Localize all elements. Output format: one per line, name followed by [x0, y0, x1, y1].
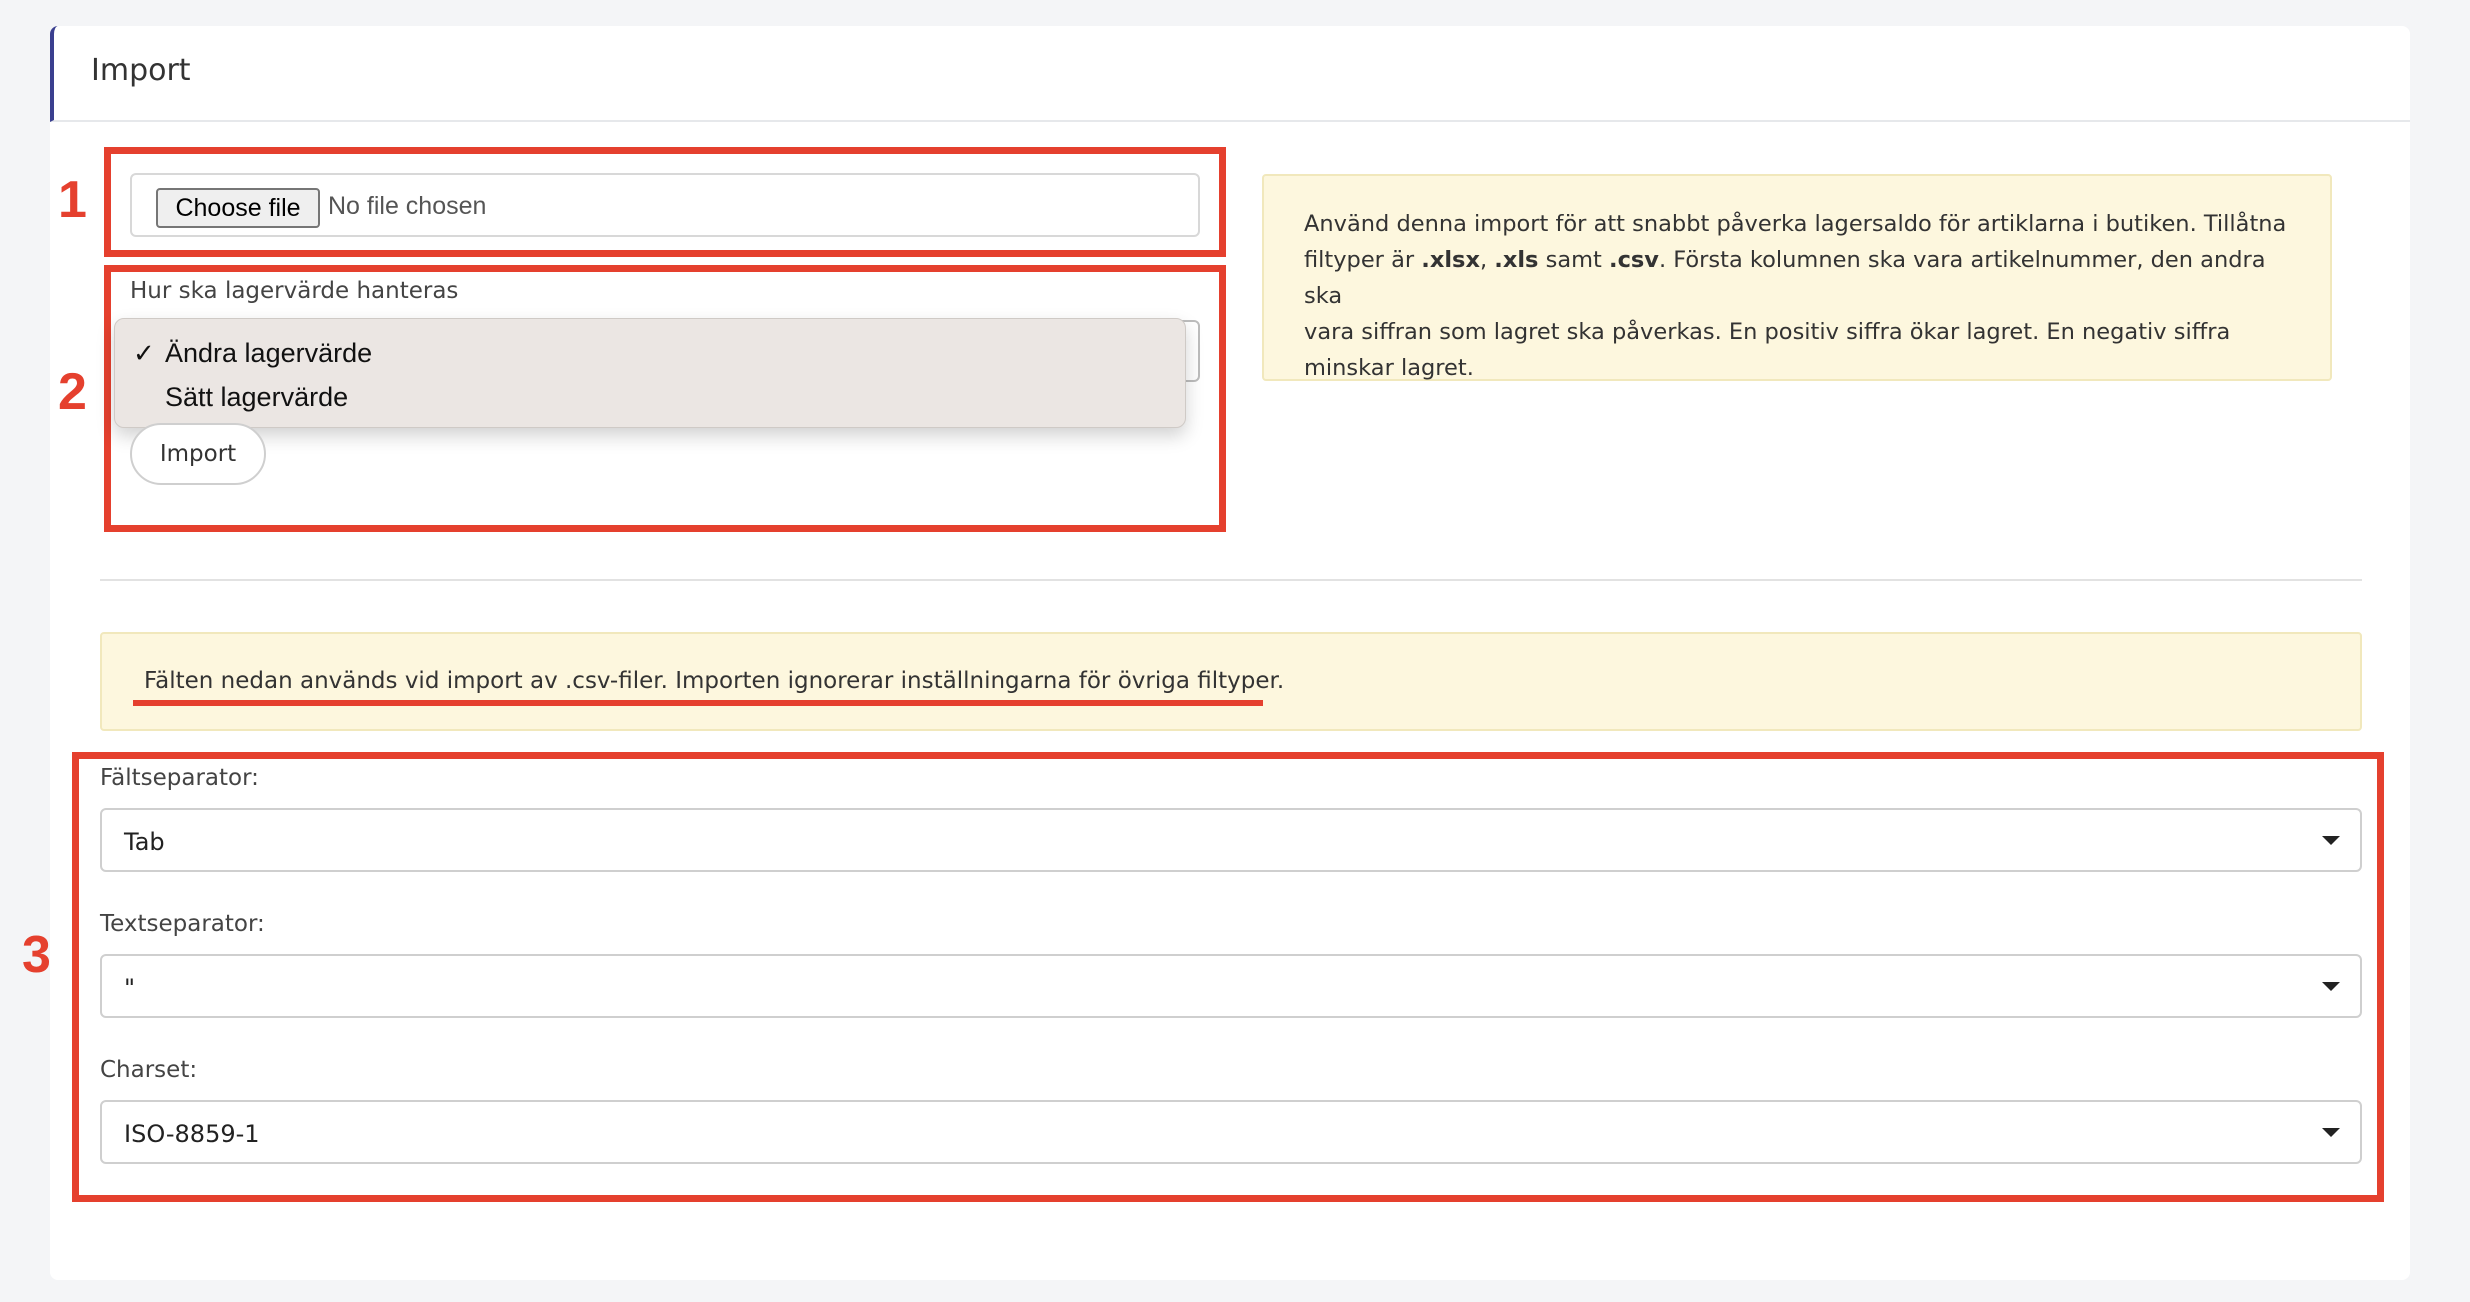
text-separator-label: Textseparator: [100, 911, 265, 937]
info-box: Använd denna import för att snabbt påver… [1262, 174, 2332, 381]
field-separator-label: Fältseparator: [100, 765, 259, 791]
option-label: Ändra lagervärde [165, 338, 373, 368]
option-andra-lagervarde[interactable]: ✓ Ändra lagervärde [115, 332, 1185, 376]
stock-mode-dropdown: ✓ Ändra lagervärde Sätt lagervärde [114, 318, 1186, 428]
charset-value: ISO-8859-1 [124, 1120, 260, 1148]
caret-down-icon [2322, 982, 2340, 991]
charset-select[interactable]: ISO-8859-1 [100, 1100, 2362, 1164]
text-separator-value: " [124, 974, 136, 1002]
file-status-text: No file chosen [328, 192, 487, 220]
info-line-1: Använd denna import för att snabbt påver… [1304, 211, 2287, 237]
stock-mode-label: Hur ska lagervärde hanteras [130, 278, 459, 304]
info-line-2: filtyper är .xlsx, .xls samt .csv. Först… [1304, 247, 2266, 309]
section-divider [100, 579, 2362, 581]
option-satt-lagervarde[interactable]: Sätt lagervärde [115, 376, 1185, 420]
annotation-number-1: 1 [58, 171, 87, 229]
csv-notice-box: Fälten nedan används vid import av .csv-… [100, 632, 2362, 731]
info-line-4: minskar lagret. [1304, 355, 1474, 381]
charset-label: Charset: [100, 1057, 198, 1083]
choose-file-button[interactable]: Choose file [156, 188, 320, 228]
caret-down-icon [2322, 1128, 2340, 1137]
csv-notice-text: Fälten nedan används vid import av .csv-… [144, 668, 1285, 694]
annotation-number-2: 2 [58, 363, 87, 421]
field-separator-select[interactable]: Tab [100, 808, 2362, 872]
field-separator-value: Tab [124, 828, 165, 856]
card-header: Import [50, 26, 2410, 122]
annotation-number-3: 3 [22, 926, 51, 984]
file-input[interactable]: Choose file No file chosen [130, 173, 1200, 237]
import-button[interactable]: Import [130, 423, 266, 485]
annotation-underline [133, 700, 1263, 706]
text-separator-select[interactable]: " [100, 954, 2362, 1018]
checkmark-icon: ✓ [133, 338, 155, 368]
info-line-3: vara siffran som lagret ska påverkas. En… [1304, 319, 2231, 345]
option-label: Sätt lagervärde [165, 382, 349, 412]
page-title: Import [91, 53, 191, 88]
caret-down-icon [2322, 836, 2340, 845]
